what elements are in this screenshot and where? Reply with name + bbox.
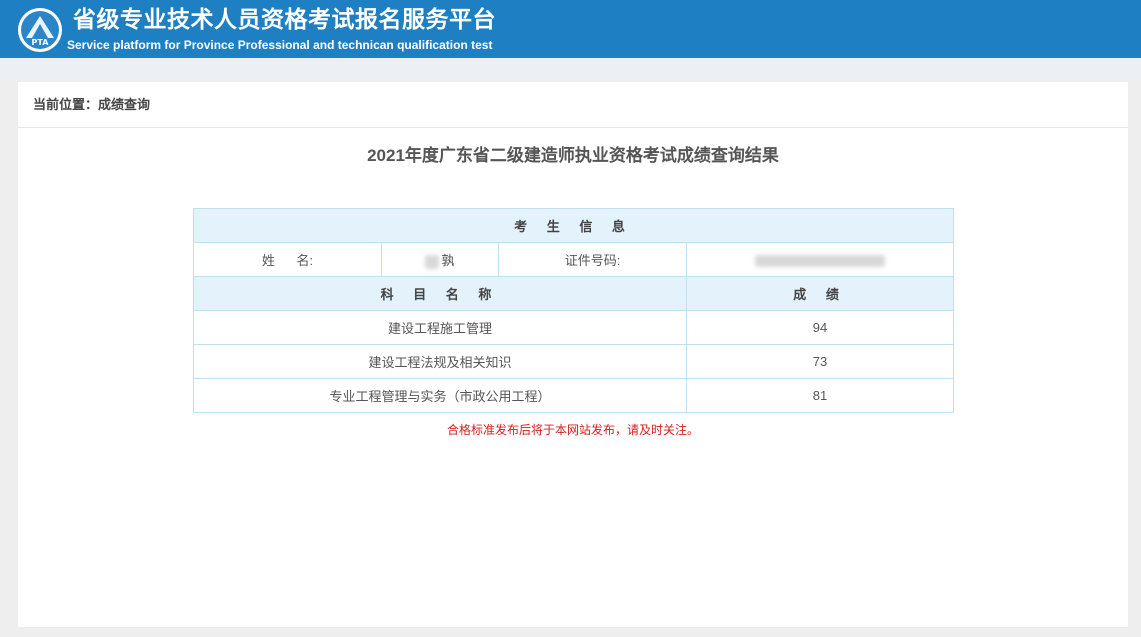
score-cell: 94 [685,310,955,345]
pta-logo-icon: PTA [18,8,62,52]
site-header: PTA 省级专业技术人员资格考试报名服务平台 Service platform … [0,0,1141,58]
score-cell: 73 [685,344,955,379]
site-subtitle: Service platform for Province Profession… [67,38,493,52]
subject-cell: 专业工程管理与实务（市政公用工程） [193,378,687,413]
subject-cell: 建设工程法规及相关知识 [193,344,687,379]
header-strip [0,58,1141,80]
candidate-info-row: 姓 名: 孰 证件号码: [193,242,955,277]
site-title: 省级专业技术人员资格考试报名服务平台 [73,6,496,32]
subject-cell: 建设工程施工管理 [193,310,687,345]
id-label: 证件号码: [498,242,687,277]
table-row: 专业工程管理与实务（市政公用工程） 81 [193,378,955,413]
results-header-row: 科 目 名 称 成 绩 [193,276,955,311]
svg-text:PTA: PTA [32,38,50,47]
score-column-header: 成 绩 [685,276,955,311]
id-value [685,242,955,277]
name-visible-char: 孰 [441,253,455,268]
breadcrumb: 当前位置：成绩查询 [18,82,1128,128]
score-table: 考 生 信 息 姓 名: 孰 证件号码: 科 目 名 称 成 绩 建设工程施工管… [192,208,955,413]
id-number-redacted [755,254,886,267]
score-cell: 81 [685,378,955,413]
notice-text: 合格标准发布后将于本网站发布，请及时关注。 [446,423,699,437]
page-title: 2021年度广东省二级建造师执业资格考试成绩查询结果 [367,146,779,165]
table-row: 建设工程施工管理 94 [193,310,955,345]
name-label: 姓 名: [193,242,382,277]
subject-column-header: 科 目 名 称 [193,276,687,311]
candidate-info-header-row: 考 生 信 息 [192,208,955,243]
table-row: 建设工程法规及相关知识 73 [193,344,955,379]
name-value: 孰 [381,242,499,277]
candidate-info-title: 考 生 信 息 [192,208,955,243]
name-redacted [425,254,440,269]
main-panel: 当前位置：成绩查询 2021年度广东省二级建造师执业资格考试成绩查询结果 考 生… [18,82,1128,627]
